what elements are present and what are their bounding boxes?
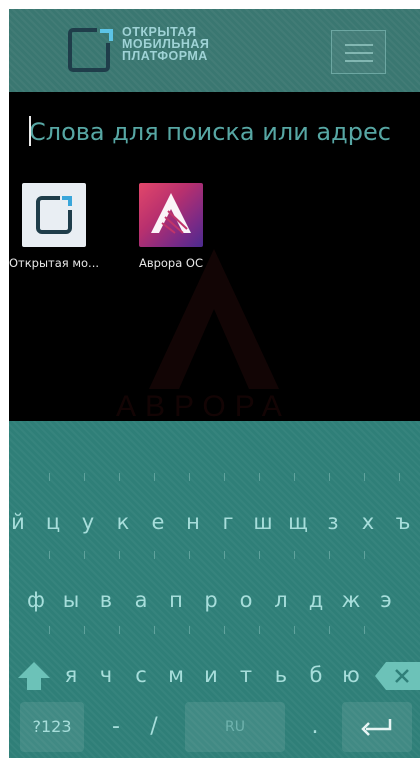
backspace-icon[interactable] bbox=[374, 661, 420, 691]
logo-line-3: ПЛАТФОРМА bbox=[122, 49, 208, 63]
space-key[interactable]: RU bbox=[185, 702, 285, 752]
key[interactable]: к bbox=[106, 502, 140, 542]
key[interactable]: ю bbox=[334, 655, 368, 695]
key[interactable]: я bbox=[54, 655, 88, 695]
key[interactable]: е bbox=[141, 502, 175, 542]
slash-key[interactable]: / bbox=[139, 702, 169, 752]
symbols-key[interactable]: ?123 bbox=[20, 702, 84, 752]
search-input[interactable] bbox=[29, 112, 409, 152]
key[interactable]: р bbox=[194, 580, 228, 620]
key[interactable]: д bbox=[299, 580, 333, 620]
key[interactable]: ш bbox=[246, 502, 280, 542]
key[interactable]: т bbox=[229, 655, 263, 695]
key[interactable]: х bbox=[351, 502, 385, 542]
keyboard-row-3: я ч с м и т ь б ю bbox=[9, 655, 420, 695]
key[interactable]: с bbox=[124, 655, 158, 695]
key[interactable]: а bbox=[124, 580, 158, 620]
key[interactable]: ж bbox=[334, 580, 368, 620]
enter-return-icon bbox=[361, 719, 392, 736]
watermark-text: АВРОРА bbox=[116, 390, 291, 423]
key[interactable]: э bbox=[369, 580, 403, 620]
key[interactable]: и bbox=[194, 655, 228, 695]
key[interactable]: й bbox=[9, 502, 35, 542]
key[interactable]: ф bbox=[19, 580, 53, 620]
hamburger-menu-button[interactable] bbox=[331, 30, 386, 74]
key[interactable]: о bbox=[229, 580, 263, 620]
key[interactable]: н bbox=[176, 502, 210, 542]
omp-logo-icon bbox=[68, 28, 113, 72]
shift-arrow-icon[interactable] bbox=[17, 661, 51, 691]
dash-key[interactable]: - bbox=[101, 702, 131, 752]
key[interactable]: в bbox=[89, 580, 123, 620]
key[interactable]: з bbox=[316, 502, 350, 542]
key[interactable]: ц bbox=[36, 502, 70, 542]
key[interactable]: б bbox=[299, 655, 333, 695]
keyboard-row-1: й ц у к е н г ш щ з х ъ bbox=[9, 502, 420, 542]
key[interactable]: ь bbox=[264, 655, 298, 695]
key[interactable]: г bbox=[211, 502, 245, 542]
text-cursor bbox=[29, 116, 31, 146]
omp-logo-icon bbox=[22, 183, 86, 247]
key[interactable]: п bbox=[159, 580, 193, 620]
key[interactable]: щ bbox=[281, 502, 315, 542]
header-bar: ОТКРЫТАЯ МОБИЛЬНАЯ ПЛАТФОРМА bbox=[9, 9, 420, 92]
logo-text: ОТКРЫТАЯ МОБИЛЬНАЯ ПЛАТФОРМА bbox=[122, 26, 209, 63]
key[interactable]: ч bbox=[89, 655, 123, 695]
browser-screen: ОТКРЫТАЯ МОБИЛЬНАЯ ПЛАТФОРМА Открытая мо… bbox=[9, 9, 420, 758]
key[interactable]: у bbox=[71, 502, 105, 542]
key[interactable]: ъ bbox=[386, 502, 420, 542]
enter-key[interactable] bbox=[342, 702, 412, 752]
dot-key[interactable]: . bbox=[305, 702, 325, 752]
search-field[interactable] bbox=[29, 112, 409, 152]
hamburger-menu-icon bbox=[345, 44, 373, 46]
key[interactable]: ы bbox=[54, 580, 88, 620]
keyboard-row-2: ф ы в а п р о л д ж э bbox=[9, 580, 420, 620]
key[interactable]: м bbox=[159, 655, 193, 695]
key[interactable]: л bbox=[264, 580, 298, 620]
